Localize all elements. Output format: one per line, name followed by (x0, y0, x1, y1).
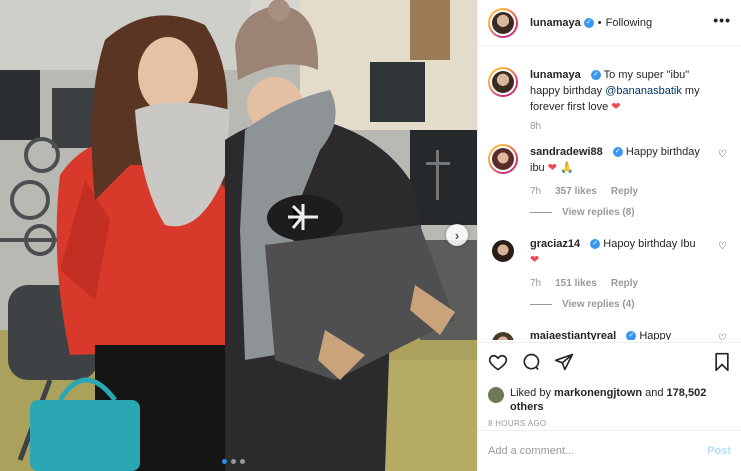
view-replies-button[interactable]: View replies (8) (530, 207, 731, 218)
liked-by-user[interactable]: markonengjtown (554, 387, 642, 399)
comment-body: Happy (639, 330, 672, 340)
comment-meta: 7h 357 likes Reply (530, 186, 731, 197)
post-photo: › (0, 0, 477, 471)
post-side-panel: lunamaya ✓ • Following ••• lunamaya ✓ To… (477, 0, 741, 471)
post-button[interactable]: Post (707, 445, 731, 457)
red-heart-emoji-icon: ❤ (547, 162, 557, 174)
red-heart-emoji-icon: ❤ (530, 254, 540, 266)
separator: • (597, 16, 602, 29)
share-icon[interactable] (554, 352, 574, 375)
comment-icon[interactable] (521, 352, 541, 375)
avatar[interactable] (488, 236, 518, 266)
caption-time: 8h (530, 121, 542, 132)
divider (530, 212, 552, 213)
comment-text: sandradewi88 ✓ Happy birthday ibu ❤ 🙏 (530, 144, 731, 176)
caption-meta: 8h (530, 121, 731, 132)
divider (530, 304, 552, 305)
caption-text: lunamaya ✓ To my super "ibu" happy birth… (530, 67, 731, 115)
bookmark-icon[interactable] (713, 352, 731, 375)
comment-text: maiaestiantyreal ✓ Happy (530, 328, 731, 340)
carousel-dot (231, 459, 236, 464)
caption-username[interactable]: lunamaya (530, 69, 581, 81)
add-comment-bar: Post (478, 430, 741, 471)
verified-badge-icon: ✓ (590, 70, 601, 81)
comment-likes[interactable]: 357 likes (555, 186, 597, 197)
view-replies-label: View replies (8) (562, 207, 635, 218)
reply-button[interactable]: Reply (611, 278, 638, 289)
reply-button[interactable]: Reply (611, 186, 638, 197)
avatar[interactable] (488, 144, 518, 174)
follow-status[interactable]: Following (606, 17, 652, 29)
next-photo-button[interactable]: › (446, 224, 468, 246)
comment-time: 7h (530, 186, 542, 197)
liked-by: Liked by markonengjtown and 178,502 othe… (488, 386, 731, 414)
avatar[interactable] (488, 387, 504, 403)
verified-badge-icon: ✓ (612, 147, 623, 158)
comment-input[interactable] (488, 445, 708, 457)
carousel-dot-active (222, 459, 227, 464)
heart-icon[interactable]: ♡ (718, 333, 727, 340)
view-replies-label: View replies (4) (562, 299, 635, 310)
comment-body: Hapoy birthday Ibu (603, 238, 696, 250)
chevron-right-icon: › (454, 227, 460, 243)
verified-badge-icon: ✓ (626, 331, 637, 340)
comment-item: sandradewi88 ✓ Happy birthday ibu ❤ 🙏 ♡ … (488, 144, 731, 218)
carousel-dot (240, 459, 245, 464)
action-icons (488, 351, 731, 375)
carousel-indicator (222, 459, 245, 464)
more-horizontal-icon[interactable]: ••• (713, 12, 731, 28)
photo-illustration (0, 0, 477, 471)
red-heart-emoji-icon: ❤ (611, 101, 621, 113)
avatar[interactable] (488, 328, 518, 340)
liked-by-and: and (645, 387, 664, 399)
verified-badge-icon: ✓ (583, 17, 594, 28)
heart-icon[interactable]: ♡ (718, 149, 727, 160)
comments-list: lunamaya ✓ To my super "ibu" happy birth… (478, 47, 741, 340)
view-replies-button[interactable]: View replies (4) (530, 299, 731, 310)
verified-badge-icon: ✓ (590, 239, 601, 250)
comment-time: 7h (530, 278, 542, 289)
post-header: lunamaya ✓ • Following ••• (478, 0, 741, 46)
liked-by-text: Liked by markonengjtown and 178,502 othe… (510, 386, 731, 414)
mention-link[interactable]: @bananasbatik (605, 85, 682, 97)
comment-username[interactable]: graciaz14 (530, 238, 580, 250)
comment-username[interactable]: maiaestiantyreal (530, 330, 616, 340)
comment-meta: 7h 151 likes Reply (530, 278, 731, 289)
comment-likes[interactable]: 151 likes (555, 278, 597, 289)
avatar[interactable] (488, 67, 518, 97)
avatar[interactable] (488, 7, 518, 38)
heart-icon[interactable] (488, 352, 508, 375)
pray-emoji-icon: 🙏 (560, 162, 574, 174)
instagram-post-modal: › lunamaya ✓ • Following ••• lunamaya ✓ … (0, 0, 741, 471)
comment-text: graciaz14 ✓ Hapoy birthday Ibu ❤ (530, 236, 731, 268)
comment-item: graciaz14 ✓ Hapoy birthday Ibu ❤ ♡ 7h 15… (488, 236, 731, 310)
liked-by-prefix: Liked by (510, 387, 551, 399)
comment-item: maiaestiantyreal ✓ Happy ♡ (488, 328, 731, 340)
header-username[interactable]: lunamaya (530, 17, 581, 29)
caption: lunamaya ✓ To my super "ibu" happy birth… (488, 67, 731, 132)
post-timestamp: 8 HOURS AGO (488, 419, 547, 428)
comment-username[interactable]: sandradewi88 (530, 146, 603, 158)
heart-icon[interactable]: ♡ (718, 241, 727, 252)
post-actions: Liked by markonengjtown and 178,502 othe… (478, 342, 741, 428)
